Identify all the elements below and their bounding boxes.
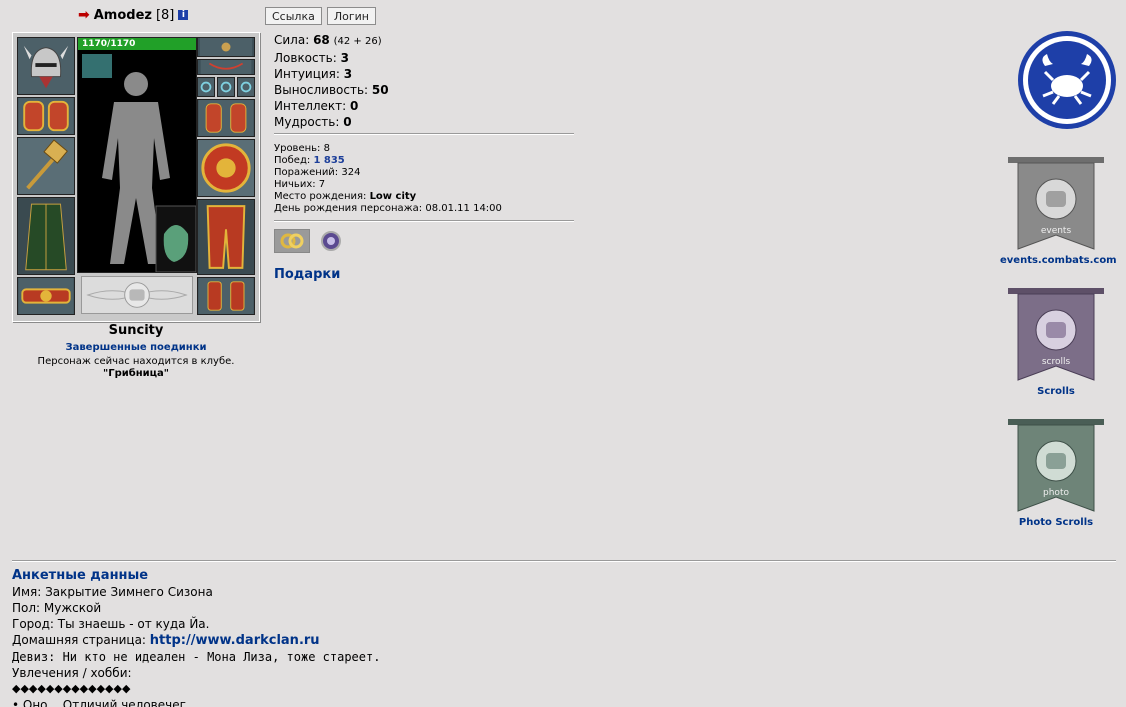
arrow-right-icon[interactable]: ➡ xyxy=(78,7,90,23)
photo-scrolls-link[interactable]: Photo Scrolls xyxy=(1000,517,1112,528)
stamp-badge[interactable] xyxy=(320,229,342,253)
helmet-icon xyxy=(18,38,74,94)
amulet-icon xyxy=(200,60,252,74)
info-block: Уровень: 8 Побед: 1 835 Поражений: 324 Н… xyxy=(274,143,502,215)
club-name: "Грибница" xyxy=(102,368,169,379)
boots-slot[interactable] xyxy=(197,277,255,315)
silhouette-icon xyxy=(82,54,196,272)
character-level: [8] xyxy=(155,7,175,23)
stat-agility: Ловкость: 3 xyxy=(274,51,349,65)
ring-icon xyxy=(218,78,234,96)
info-wins: Побед: 1 835 xyxy=(274,155,345,166)
character-figure[interactable]: 1170/1170 xyxy=(77,37,197,273)
scrolls-link[interactable]: Scrolls xyxy=(1000,386,1112,397)
belt-icon xyxy=(18,278,74,314)
profile-gender: Пол: Мужской xyxy=(12,601,102,615)
info-level: Уровень: 8 xyxy=(274,143,330,154)
info-birthplace: Место рождения: Low city xyxy=(274,191,417,202)
wedding-rings-badge[interactable] xyxy=(274,229,310,253)
stats-block: Сила: 68 (42 + 26) Ловкость: 3 Интуиция:… xyxy=(274,32,389,130)
profile-hobbies-decor: ◆◆◆◆◆◆◆◆◆◆◆◆◆◆ xyxy=(12,682,131,695)
leggings-icon xyxy=(198,200,254,274)
weapon-slot[interactable] xyxy=(17,137,75,195)
wins-link[interactable]: 1 835 xyxy=(313,155,344,166)
stat-endurance: Выносливость: 50 xyxy=(274,83,389,97)
ring-slot-2[interactable] xyxy=(217,77,235,97)
character-city: Suncity xyxy=(108,323,164,338)
bracers-icon xyxy=(18,98,74,134)
divider xyxy=(274,220,574,222)
ring-icon xyxy=(198,78,214,96)
events-link[interactable]: events.combats.com xyxy=(1000,255,1117,266)
shield-icon xyxy=(198,140,254,196)
equipment-panel: 1170/1170 xyxy=(12,32,260,322)
earring-slot[interactable] xyxy=(197,37,255,57)
stat-intuition: Интуиция: 3 xyxy=(274,67,353,81)
login-button[interactable]: Логин xyxy=(326,7,376,25)
amulet-slot[interactable] xyxy=(197,59,255,75)
divider xyxy=(274,133,574,135)
divider xyxy=(12,560,1116,562)
profile-hobbies-label: Увлечения / хобби: xyxy=(12,666,132,680)
events-banner-text: events xyxy=(1041,226,1072,236)
photo-scrolls-banner[interactable]: photo Photo Scrolls xyxy=(1000,417,1112,528)
fist-emblem-icon xyxy=(86,282,188,308)
profile-city: Город: Ты знаешь - от куда Йа. xyxy=(12,617,210,631)
info-icon[interactable]: i xyxy=(178,10,189,20)
photo-banner-text: photo xyxy=(1043,488,1069,498)
stat-strength: Сила: 68 (42 + 26) xyxy=(274,33,382,47)
events-banner-icon: events xyxy=(1008,157,1104,250)
photo-banner-icon: photo xyxy=(1008,419,1104,512)
badges xyxy=(274,229,342,253)
earring-icon xyxy=(199,38,253,56)
gifts-anchor[interactable]: Подарки xyxy=(274,267,340,282)
rings-icon xyxy=(280,233,304,249)
robe-icon xyxy=(18,198,74,274)
stat-wisdom: Мудрость: 0 xyxy=(274,115,352,129)
shield-slot[interactable] xyxy=(197,139,255,197)
character-name: Amodez xyxy=(93,7,152,23)
scrolls-banner-icon: scrolls xyxy=(1008,288,1104,381)
stat-intellect: Интеллект: 0 xyxy=(274,99,359,113)
finished-fights-anchor[interactable]: Завершенные поединки xyxy=(66,342,207,353)
belt-slot[interactable] xyxy=(17,277,75,315)
bracers-slot[interactable] xyxy=(17,97,75,135)
info-losses: Поражений: 324 xyxy=(274,167,361,178)
gifts-link[interactable]: Подарки xyxy=(274,267,340,282)
info-draws: Ничьих: 7 xyxy=(274,179,326,190)
crab-icon xyxy=(1018,31,1116,129)
clan-logo[interactable] xyxy=(1017,30,1117,130)
ring-slot-1[interactable] xyxy=(197,77,215,97)
profile-title: Анкетные данные xyxy=(12,568,149,583)
gloves-slot[interactable] xyxy=(197,99,255,137)
character-header: ➡ Amodez [8] i xyxy=(78,7,189,23)
profile-section: Анкетные данные Имя: Закрытие Зимнего Си… xyxy=(12,568,380,707)
top-buttons: Ссылка Логин xyxy=(265,7,376,25)
armor-slot[interactable] xyxy=(17,197,75,275)
profile-name: Имя: Закрытие Зимнего Сизона xyxy=(12,585,213,599)
profile-motto: Девиз: Ни кто не идеален - Мона Лиза, то… xyxy=(12,650,381,664)
ring-icon xyxy=(238,78,254,96)
finished-fights-link[interactable]: Завершенные поединки xyxy=(12,342,260,353)
link-button[interactable]: Ссылка xyxy=(265,7,322,25)
info-birthday: День рождения персонажа: 08.01.11 14:00 xyxy=(274,203,502,214)
profile-homepage: Домашняя страница: http://www.darkclan.r… xyxy=(12,633,320,648)
scrolls-banner-text: scrolls xyxy=(1042,357,1071,367)
stamp-icon xyxy=(321,231,341,251)
boots-icon xyxy=(198,278,254,314)
character-location: Персонаж сейчас находится в клубе. xyxy=(37,356,235,367)
scrolls-banner[interactable]: scrolls Scrolls xyxy=(1000,286,1112,397)
leggings-slot[interactable] xyxy=(197,199,255,275)
gloves-icon xyxy=(198,100,254,136)
hammer-icon xyxy=(18,138,74,194)
events-banner[interactable]: events events.combats.com xyxy=(1000,155,1117,266)
homepage-link[interactable]: http://www.darkclan.ru xyxy=(150,633,320,648)
helmet-slot[interactable] xyxy=(17,37,75,95)
fist-emblem xyxy=(81,276,193,314)
profile-hobbies-text: • Оно... Отличий человечег xyxy=(12,698,186,707)
ring-slot-3[interactable] xyxy=(237,77,255,97)
